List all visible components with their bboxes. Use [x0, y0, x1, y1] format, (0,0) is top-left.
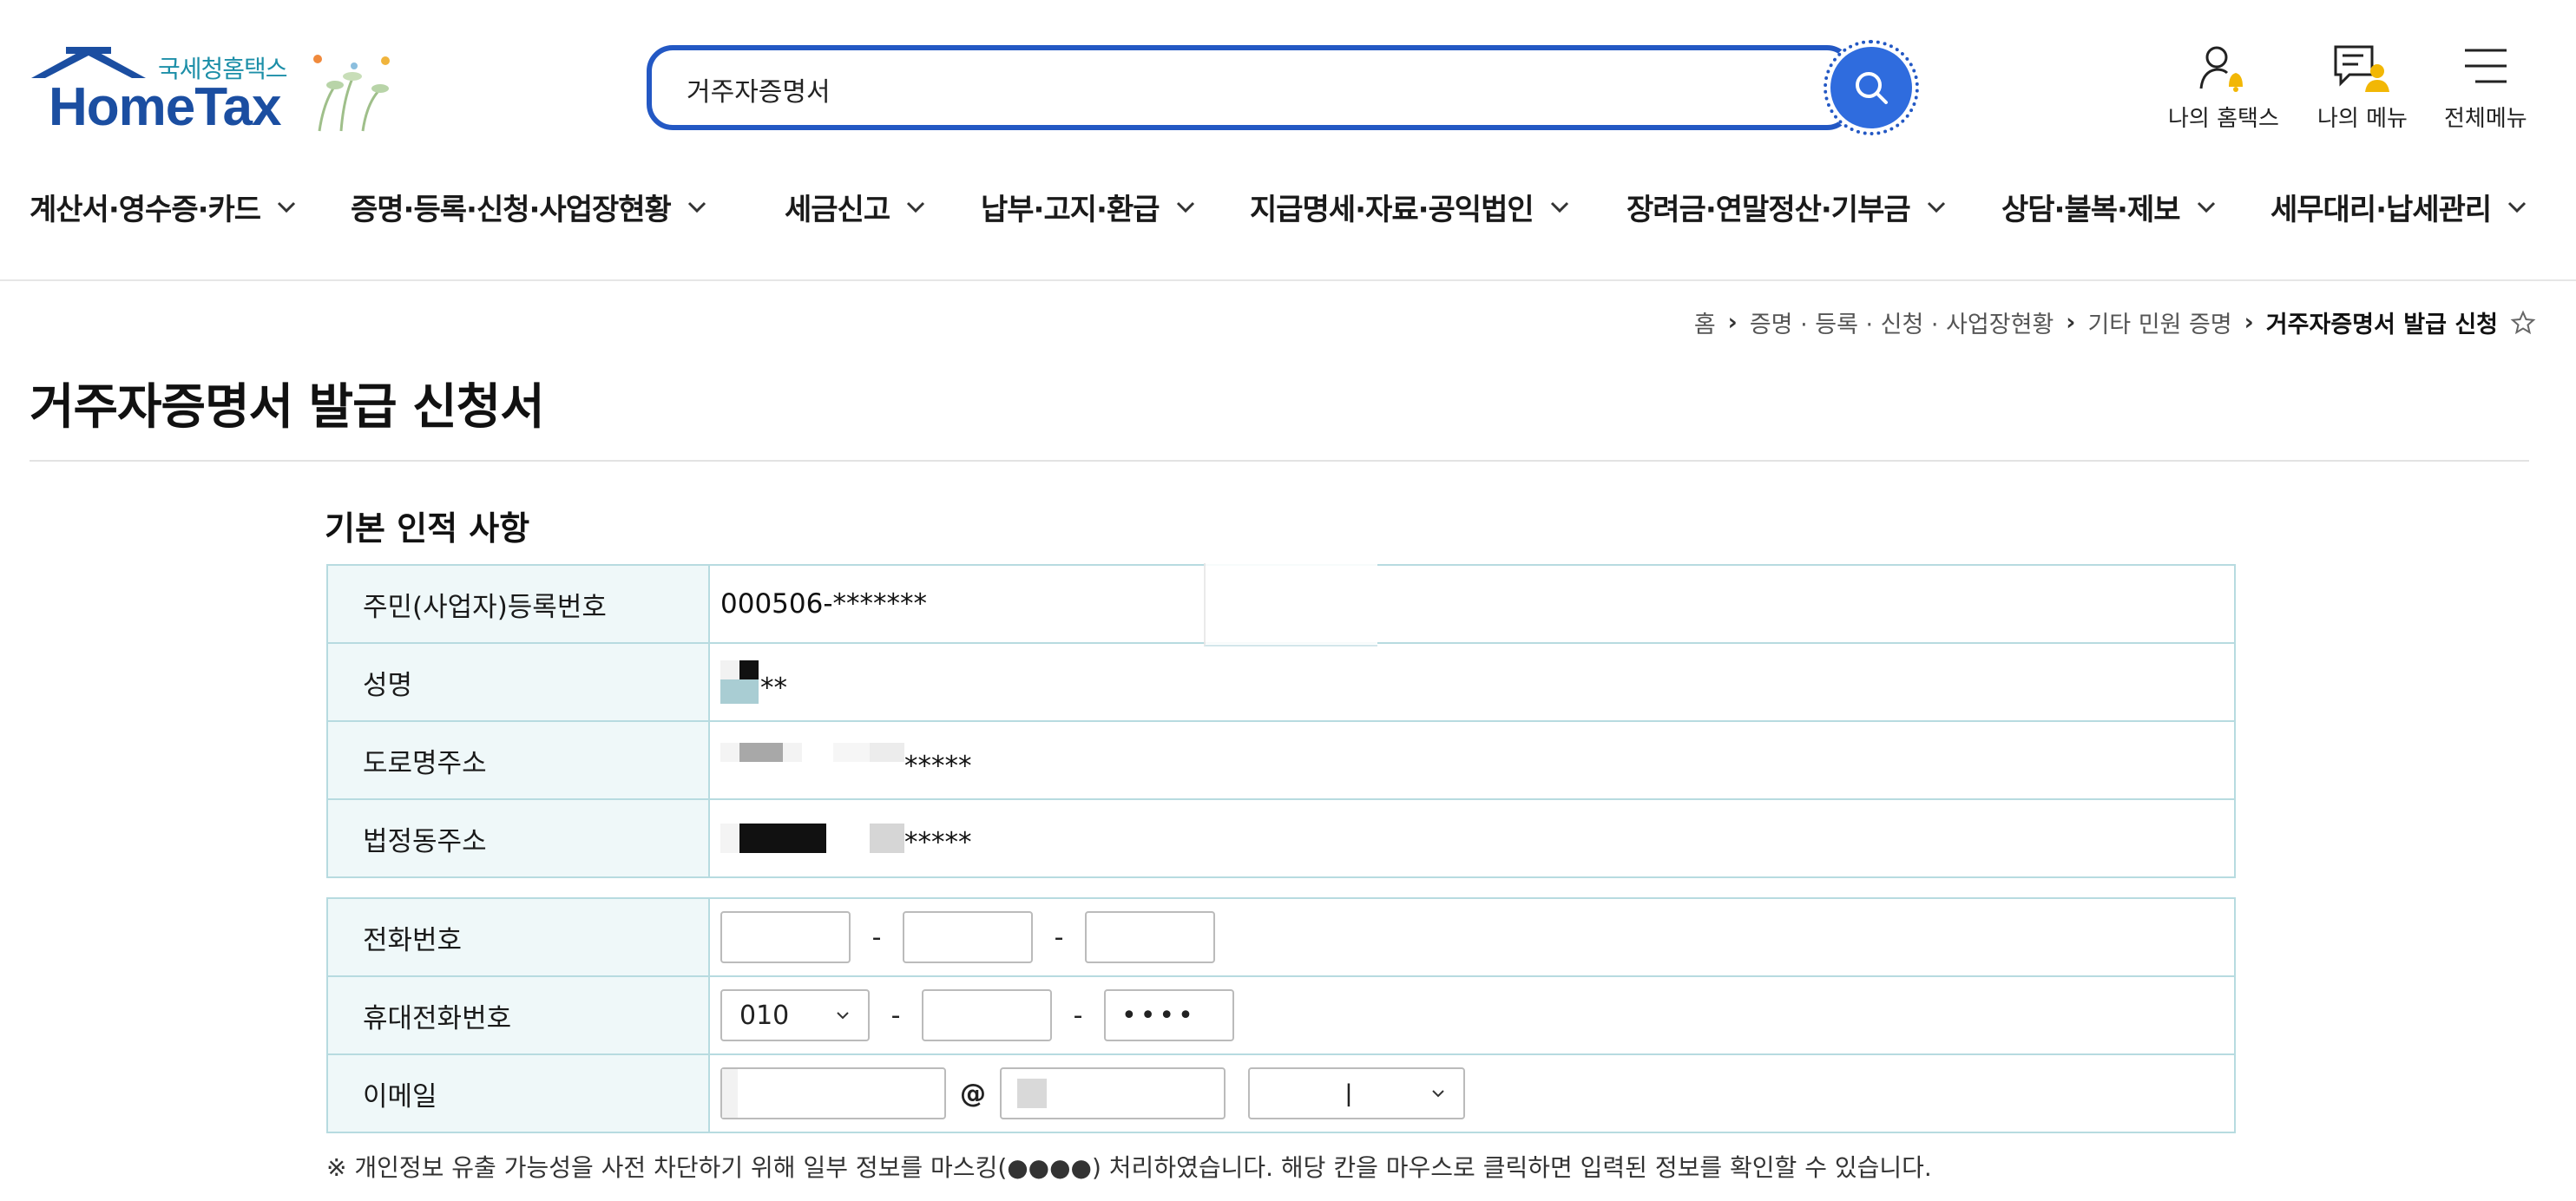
table-row: 휴대전화번호 010 - - •••• [326, 975, 2236, 1055]
search-button[interactable] [1824, 40, 1919, 135]
gnb-item-payment-statements[interactable]: 지급명세·자료·공익법인 [1250, 186, 1570, 228]
chevron-down-icon [837, 1012, 849, 1020]
breadcrumb-current: 거주자증명서 발급 신청 [2265, 312, 2498, 338]
email-at-sign: @ [960, 1078, 986, 1109]
mobile-middle-input[interactable] [922, 989, 1052, 1041]
phone-dash: - [871, 922, 882, 953]
name-cell[interactable]: ** [708, 642, 2236, 722]
chevron-down-icon [1176, 201, 1194, 213]
gnb-item-consulting[interactable]: 상담·불복·제보 [2001, 186, 2217, 228]
breadcrumb-separator-icon: › [1727, 309, 1738, 336]
email-domain-select[interactable]: ㅣ [1247, 1067, 1465, 1119]
chevron-down-icon [2197, 201, 2215, 213]
main-navigation: 계산서·영수증·카드 증명·등록·신청·사업장현황 세금신고 납부·고지·환급 … [30, 186, 2546, 231]
gnb-item-tax-return[interactable]: 세금신고 [785, 186, 926, 228]
chevron-down-icon [2508, 201, 2527, 213]
hamburger-menu-icon [2464, 49, 2507, 83]
table-row: 주민(사업자)등록번호 000506-******* [326, 563, 2236, 646]
gnb-item-certificates[interactable]: 증명·등록·신청·사업장현황 [351, 186, 707, 228]
chevron-down-icon [1927, 201, 1945, 213]
table-row: 전화번호 -- [326, 897, 2236, 977]
gnb-item-tax-agent[interactable]: 세무대리·납세관리 [2270, 186, 2527, 228]
breadcrumb: 홈 › 증명 · 등록 · 신청 · 사업장현황 › 기타 민원 증명 › 거주… [1694, 305, 2536, 339]
mobile-last-input[interactable]: •••• [1104, 989, 1234, 1041]
my-hometax-button[interactable]: 나의 홈택스 [2168, 42, 2279, 133]
breadcrumb-other-certificates[interactable]: 기타 민원 증명 [2087, 305, 2231, 339]
mobile-cell: 010 - - •••• [708, 975, 2236, 1055]
email-cell: @ ㅣ [708, 1053, 2236, 1133]
brand-name: HomeTax [49, 77, 281, 137]
rrn-label: 주민(사업자)등록번호 [326, 564, 710, 644]
page-title: 거주자증명서 발급 신청서 [30, 379, 545, 436]
phone-dash: - [1054, 922, 1064, 953]
masking-notice: ※ 개인정보 유출 가능성을 사전 차단하기 위해 일부 정보를 마스킹(●●●… [326, 1153, 1932, 1182]
lot-address-label: 법정동주소 [326, 798, 710, 878]
mobile-label: 휴대전화번호 [326, 975, 710, 1055]
breadcrumb-separator-icon: › [2066, 309, 2076, 336]
breadcrumb-home[interactable]: 홈 [1694, 305, 1716, 339]
gnb-item-incentives[interactable]: 장려금·연말정산·기부금 [1626, 186, 1947, 228]
rrn-value: 000506-******* [720, 588, 928, 620]
search-box [647, 45, 1853, 130]
table-row: 이메일 @ ㅣ [326, 1053, 2236, 1133]
basic-info-table: 주민(사업자)등록번호 000506-******* 성명 ** 도로명주소 *… [326, 563, 2236, 878]
table-row: 법정동주소 ***** [326, 798, 2236, 878]
my-menu-label: 나의 메뉴 [2317, 106, 2408, 132]
name-label: 성명 [326, 642, 710, 722]
email-id-input[interactable] [720, 1067, 946, 1119]
email-domain-select-value: ㅣ [1337, 1081, 1361, 1112]
masked-overlay [1204, 563, 1377, 646]
chevron-down-icon [687, 201, 706, 213]
lot-address-value: ***** [904, 827, 972, 858]
phone-label: 전화번호 [326, 897, 710, 977]
chevron-down-icon [1550, 201, 1568, 213]
search-input[interactable] [687, 68, 1771, 111]
section-title: 기본 인적 사항 [325, 509, 530, 548]
brand-name-korean: 국세청홈택스 [158, 55, 288, 83]
phone-last-input[interactable] [1085, 911, 1215, 963]
lot-address-cell[interactable]: ***** [708, 798, 2236, 878]
table-row: 성명 ** [326, 642, 2236, 722]
masked-address-block [720, 824, 904, 853]
all-menu-button[interactable]: 전체메뉴 [2444, 42, 2527, 133]
mobile-dash: - [890, 1000, 901, 1031]
mobile-dash: - [1073, 1000, 1083, 1031]
star-favorite-icon[interactable] [2510, 310, 2536, 336]
title-divider [30, 460, 2529, 462]
phone-area-input[interactable] [720, 911, 851, 963]
masked-name-block [720, 660, 759, 704]
header-divider [0, 279, 2576, 281]
chevron-down-icon [1432, 1090, 1444, 1098]
gnb-item-payment[interactable]: 납부·고지·환급 [981, 186, 1196, 228]
search-icon [1856, 72, 1888, 104]
masked-address-block [720, 743, 904, 778]
hometax-logo[interactable]: HomeTax 국세청홈택스 [28, 43, 401, 139]
mobile-last-value: •••• [1121, 1000, 1197, 1031]
table-row: 도로명주소 ***** [326, 720, 2236, 800]
chevron-down-icon [907, 201, 925, 213]
rrn-cell[interactable]: 000506-******* [708, 563, 2236, 646]
phone-middle-input[interactable] [903, 911, 1033, 963]
breadcrumb-separator-icon: › [2244, 309, 2254, 336]
mobile-prefix-value: 010 [739, 1000, 790, 1031]
chevron-down-icon [278, 201, 296, 213]
my-hometax-icon [2199, 46, 2243, 92]
contact-table: 전화번호 -- 휴대전화번호 010 - - •••• 이메일 @ ㅣ [326, 897, 2236, 1133]
breadcrumb-certificates[interactable]: 증명 · 등록 · 신청 · 사업장현황 [1750, 305, 2054, 339]
road-address-label: 도로명주소 [326, 720, 710, 800]
search-area [647, 40, 1922, 135]
email-label: 이메일 [326, 1053, 710, 1133]
email-domain-input[interactable] [1000, 1067, 1226, 1119]
phone-cell: -- [708, 897, 2236, 977]
name-value: ** [760, 673, 787, 704]
gnb-item-receipts[interactable]: 계산서·영수증·카드 [30, 186, 297, 228]
all-menu-label: 전체메뉴 [2444, 106, 2527, 132]
flower-decoration-icon [313, 55, 390, 132]
mobile-prefix-select[interactable]: 010 [720, 989, 870, 1041]
road-address-value: ***** [904, 751, 972, 782]
road-address-cell[interactable]: ***** [708, 720, 2236, 800]
my-menu-button[interactable]: 나의 메뉴 [2317, 42, 2408, 133]
my-menu-icon [2334, 45, 2389, 92]
my-hometax-label: 나의 홈택스 [2168, 106, 2279, 132]
